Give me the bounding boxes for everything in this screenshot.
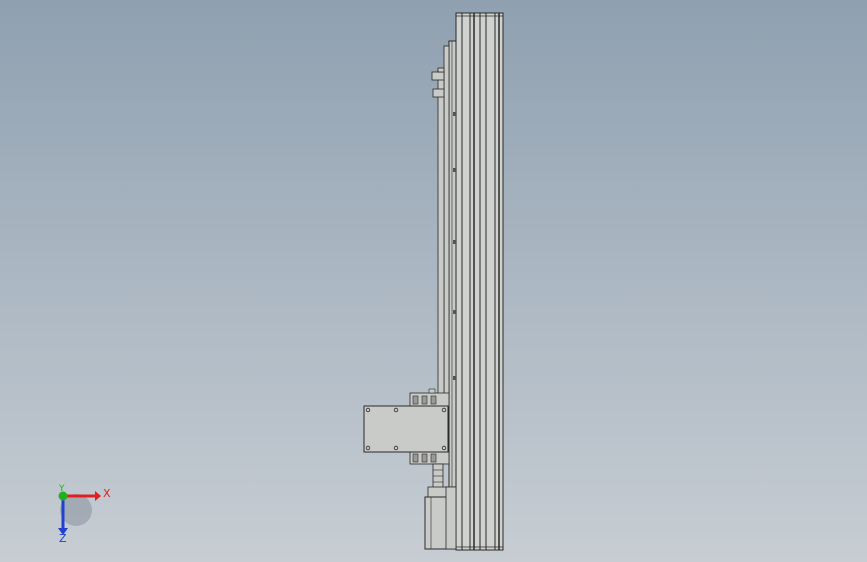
z-axis-label: Z [59,532,67,545]
coordinate-triad [58,491,101,535]
y-axis-label: Y [59,484,65,494]
linear-module-model[interactable] [0,0,867,562]
main-rail[interactable] [455,12,504,551]
cad-viewport[interactable]: X Y Z [0,0,867,562]
mounting-plate[interactable] [363,405,449,453]
x-axis-label: X [103,487,111,500]
motor[interactable] [424,486,457,550]
